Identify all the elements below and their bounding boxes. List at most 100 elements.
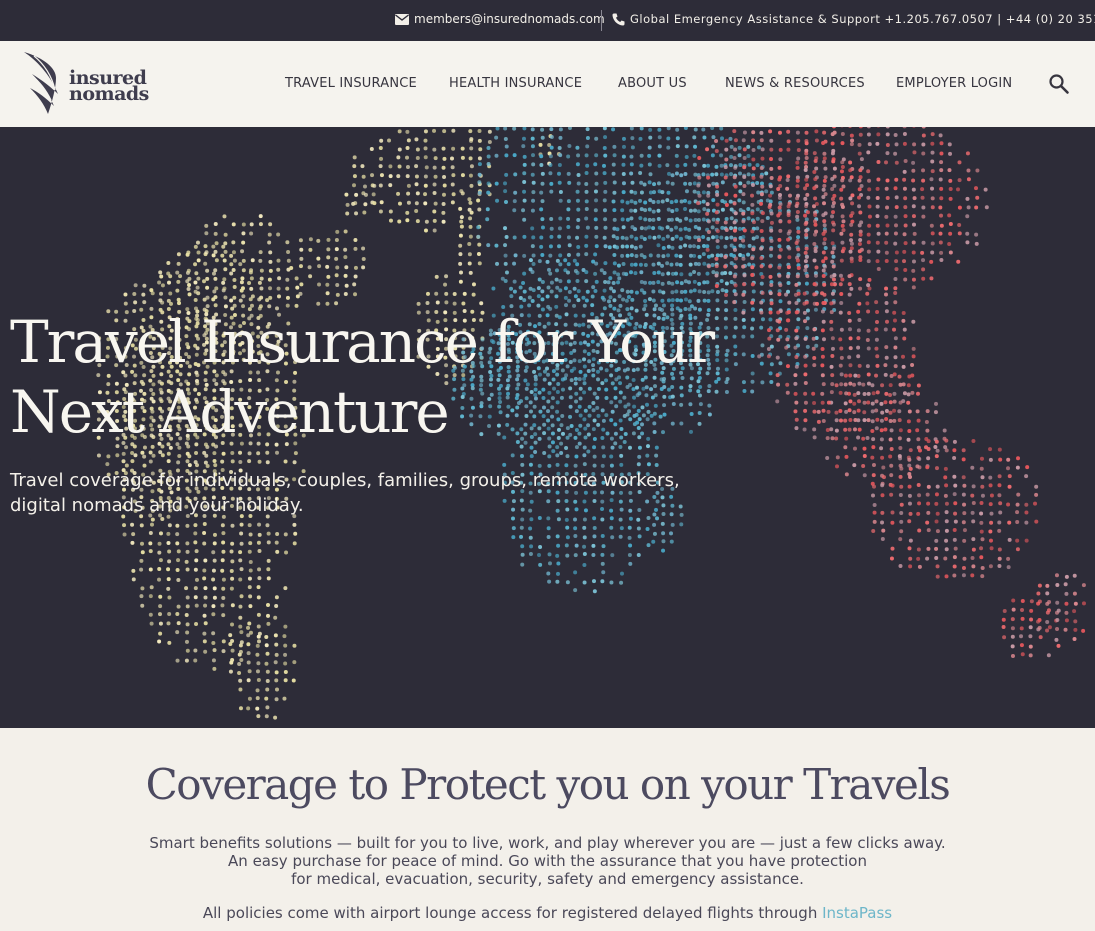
search-icon[interactable] (1048, 73, 1070, 95)
nav-travel-insurance[interactable]: TRAVEL INSURANCE (285, 76, 417, 91)
map-dot (746, 180, 751, 185)
map-dot (512, 199, 517, 204)
map-dot (607, 245, 612, 250)
map-dot (776, 337, 781, 342)
map-dot (424, 165, 429, 170)
map-dot (230, 523, 235, 528)
map-dot (684, 189, 689, 194)
map-dot (494, 243, 499, 248)
map-dot (1024, 538, 1029, 543)
map-dot (911, 168, 916, 173)
map-dot (840, 160, 845, 165)
nav-news-resources[interactable]: NEWS & RESOURCES (725, 76, 865, 91)
map-dot (821, 319, 826, 324)
map-dot (471, 292, 476, 297)
map-dot (533, 449, 538, 454)
map-dot (585, 163, 590, 168)
email-link[interactable]: members@insurednomads.com (395, 12, 605, 26)
map-dot (930, 196, 935, 201)
map-dot (769, 147, 774, 152)
map-dot (793, 391, 798, 396)
map-dot (802, 310, 807, 315)
map-dot (862, 410, 867, 415)
map-dot (573, 534, 578, 539)
map-dot (938, 231, 943, 236)
map-dot (575, 145, 580, 150)
map-dot (751, 166, 756, 171)
map-dot (926, 439, 931, 444)
map-dot (585, 135, 590, 140)
map-dot (892, 318, 897, 323)
map-dot (416, 301, 421, 306)
map-dot (930, 241, 935, 246)
map-dot (1056, 608, 1061, 613)
map-dot (274, 595, 279, 600)
map-dot (414, 182, 419, 187)
map-dot (880, 483, 885, 488)
map-dot (167, 640, 172, 645)
map-dot (193, 523, 198, 528)
map-dot (911, 285, 916, 290)
map-dot (240, 249, 245, 254)
map-dot (176, 297, 181, 302)
map-dot (683, 207, 688, 212)
map-dot (834, 428, 839, 433)
map-dot (268, 222, 273, 227)
map-dot (897, 409, 902, 414)
map-dot (825, 427, 830, 432)
map-dot (471, 282, 476, 287)
map-dot (477, 138, 482, 143)
map-dot (786, 274, 791, 279)
map-dot (461, 301, 466, 306)
map-dot (871, 493, 876, 498)
map-dot (458, 243, 463, 248)
map-dot (768, 129, 773, 134)
map-dot (823, 175, 828, 180)
map-dot (705, 247, 710, 252)
map-dot (591, 552, 596, 557)
map-dot (187, 276, 192, 281)
map-dot (786, 139, 791, 144)
map-dot (778, 147, 783, 152)
map-dot (953, 546, 958, 551)
instapass-link[interactable]: InstaPass (822, 904, 892, 922)
map-dot (405, 164, 410, 169)
map-dot (786, 352, 791, 357)
phone-info[interactable]: Global Emergency Assistance & Support +1… (612, 12, 1095, 26)
nav-health-insurance[interactable]: HEALTH INSURANCE (449, 76, 582, 91)
map-dot (415, 219, 420, 224)
map-dot (660, 298, 665, 303)
map-dot (612, 190, 617, 195)
map-dot (584, 279, 589, 284)
map-dot (647, 207, 652, 212)
map-dot (232, 258, 237, 263)
map-dot (952, 492, 957, 497)
map-dot (729, 216, 734, 221)
map-dot (231, 268, 236, 273)
map-dot (298, 264, 303, 269)
map-dot (733, 247, 738, 252)
map-dot (593, 271, 598, 276)
map-dot (696, 244, 701, 249)
map-dot (539, 244, 544, 249)
map-dot (901, 364, 906, 369)
map-dot (1037, 625, 1042, 630)
map-dot (911, 187, 916, 192)
map-dot (643, 208, 648, 213)
map-dot (769, 138, 774, 143)
map-dot (247, 621, 252, 626)
map-dot (737, 171, 742, 176)
map-dot (813, 307, 818, 312)
nav-about-us[interactable]: ABOUT US (618, 76, 687, 91)
nav-employer-login[interactable]: EMPLOYER LOGIN (896, 76, 1012, 91)
map-dot (843, 373, 848, 378)
top-utility-bar: members@insurednomads.com Global Emergen… (0, 0, 1095, 41)
map-dot (898, 492, 903, 497)
map-dot (1072, 637, 1077, 642)
map-dot (903, 268, 908, 273)
map-dot (221, 531, 226, 536)
map-dot (841, 219, 846, 224)
map-dot (1024, 474, 1029, 479)
map-dot (856, 391, 861, 396)
map-dot (643, 280, 648, 285)
